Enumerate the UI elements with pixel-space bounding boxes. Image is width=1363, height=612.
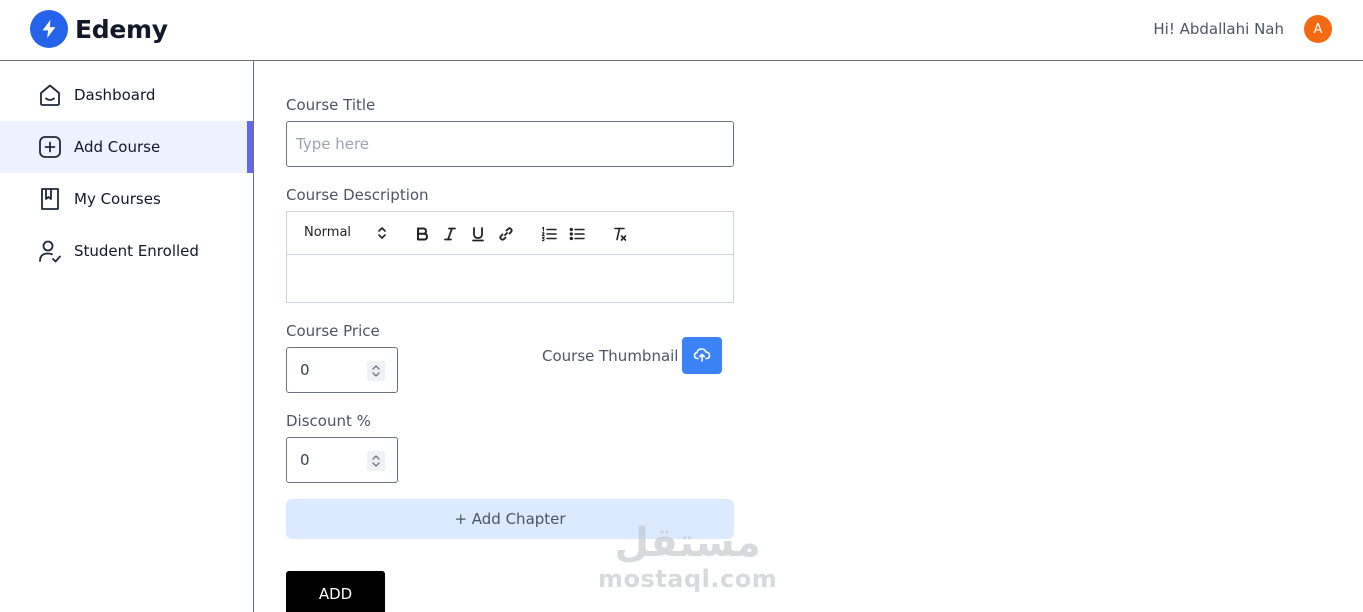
editor-toolbar: Normal (286, 211, 734, 255)
book-icon (36, 185, 64, 213)
home-icon (36, 81, 64, 109)
ordered-list-icon[interactable] (538, 223, 560, 245)
sidebar-item-label: Student Enrolled (74, 242, 199, 260)
avatar[interactable]: A (1304, 15, 1332, 43)
brand-name: Edemy (75, 14, 168, 44)
clear-format-icon[interactable] (609, 223, 631, 245)
sidebar-item-dashboard[interactable]: Dashboard (0, 69, 253, 121)
upload-cloud-icon (693, 346, 711, 366)
course-price-input[interactable]: 0 (286, 347, 398, 393)
sidebar-item-my-courses[interactable]: My Courses (0, 173, 253, 225)
thumbnail-upload-button[interactable] (682, 337, 722, 374)
brand-logo[interactable]: Edemy (30, 10, 168, 48)
course-title-input[interactable] (287, 122, 733, 166)
course-description-label: Course Description (286, 186, 429, 204)
number-spinner-icon[interactable] (367, 451, 385, 471)
lightning-icon (30, 10, 68, 48)
sidebar: Dashboard Add Course My Courses Student … (0, 61, 254, 612)
sidebar-item-label: Dashboard (74, 86, 156, 104)
course-price-value: 0 (300, 361, 310, 379)
format-select[interactable]: Normal (304, 225, 386, 240)
select-arrows-icon (377, 225, 387, 245)
watermark-logo: مستقل mostaql.com (598, 520, 777, 592)
course-thumbnail-label: Course Thumbnail (542, 347, 679, 365)
discount-input[interactable]: 0 (286, 437, 398, 483)
bullet-list-icon[interactable] (566, 223, 588, 245)
sidebar-item-label: Add Course (74, 138, 161, 156)
watermark-latin: mostaql.com (598, 565, 778, 593)
discount-label: Discount % (286, 412, 371, 430)
watermark-arabic: مستقل (614, 520, 761, 566)
link-icon[interactable] (495, 223, 517, 245)
discount-value: 0 (300, 451, 310, 469)
user-check-icon (36, 237, 64, 265)
course-title-label: Course Title (286, 96, 376, 114)
add-square-icon (36, 133, 64, 161)
course-price-label: Course Price (286, 322, 380, 340)
description-editor[interactable] (286, 254, 734, 303)
sidebar-item-add-course[interactable]: Add Course (0, 121, 253, 173)
user-greeting: Hi! Abdallahi Nah (1153, 20, 1284, 38)
number-spinner-icon[interactable] (367, 361, 385, 381)
sidebar-item-student-enrolled[interactable]: Student Enrolled (0, 225, 253, 277)
bold-icon[interactable] (411, 223, 433, 245)
add-button[interactable]: ADD (286, 571, 385, 612)
format-select-value: Normal (304, 225, 352, 240)
sidebar-item-label: My Courses (74, 190, 161, 208)
italic-icon[interactable] (439, 223, 461, 245)
course-title-field (286, 121, 734, 167)
underline-icon[interactable] (467, 223, 489, 245)
top-header: Edemy Hi! Abdallahi Nah A (0, 0, 1363, 61)
